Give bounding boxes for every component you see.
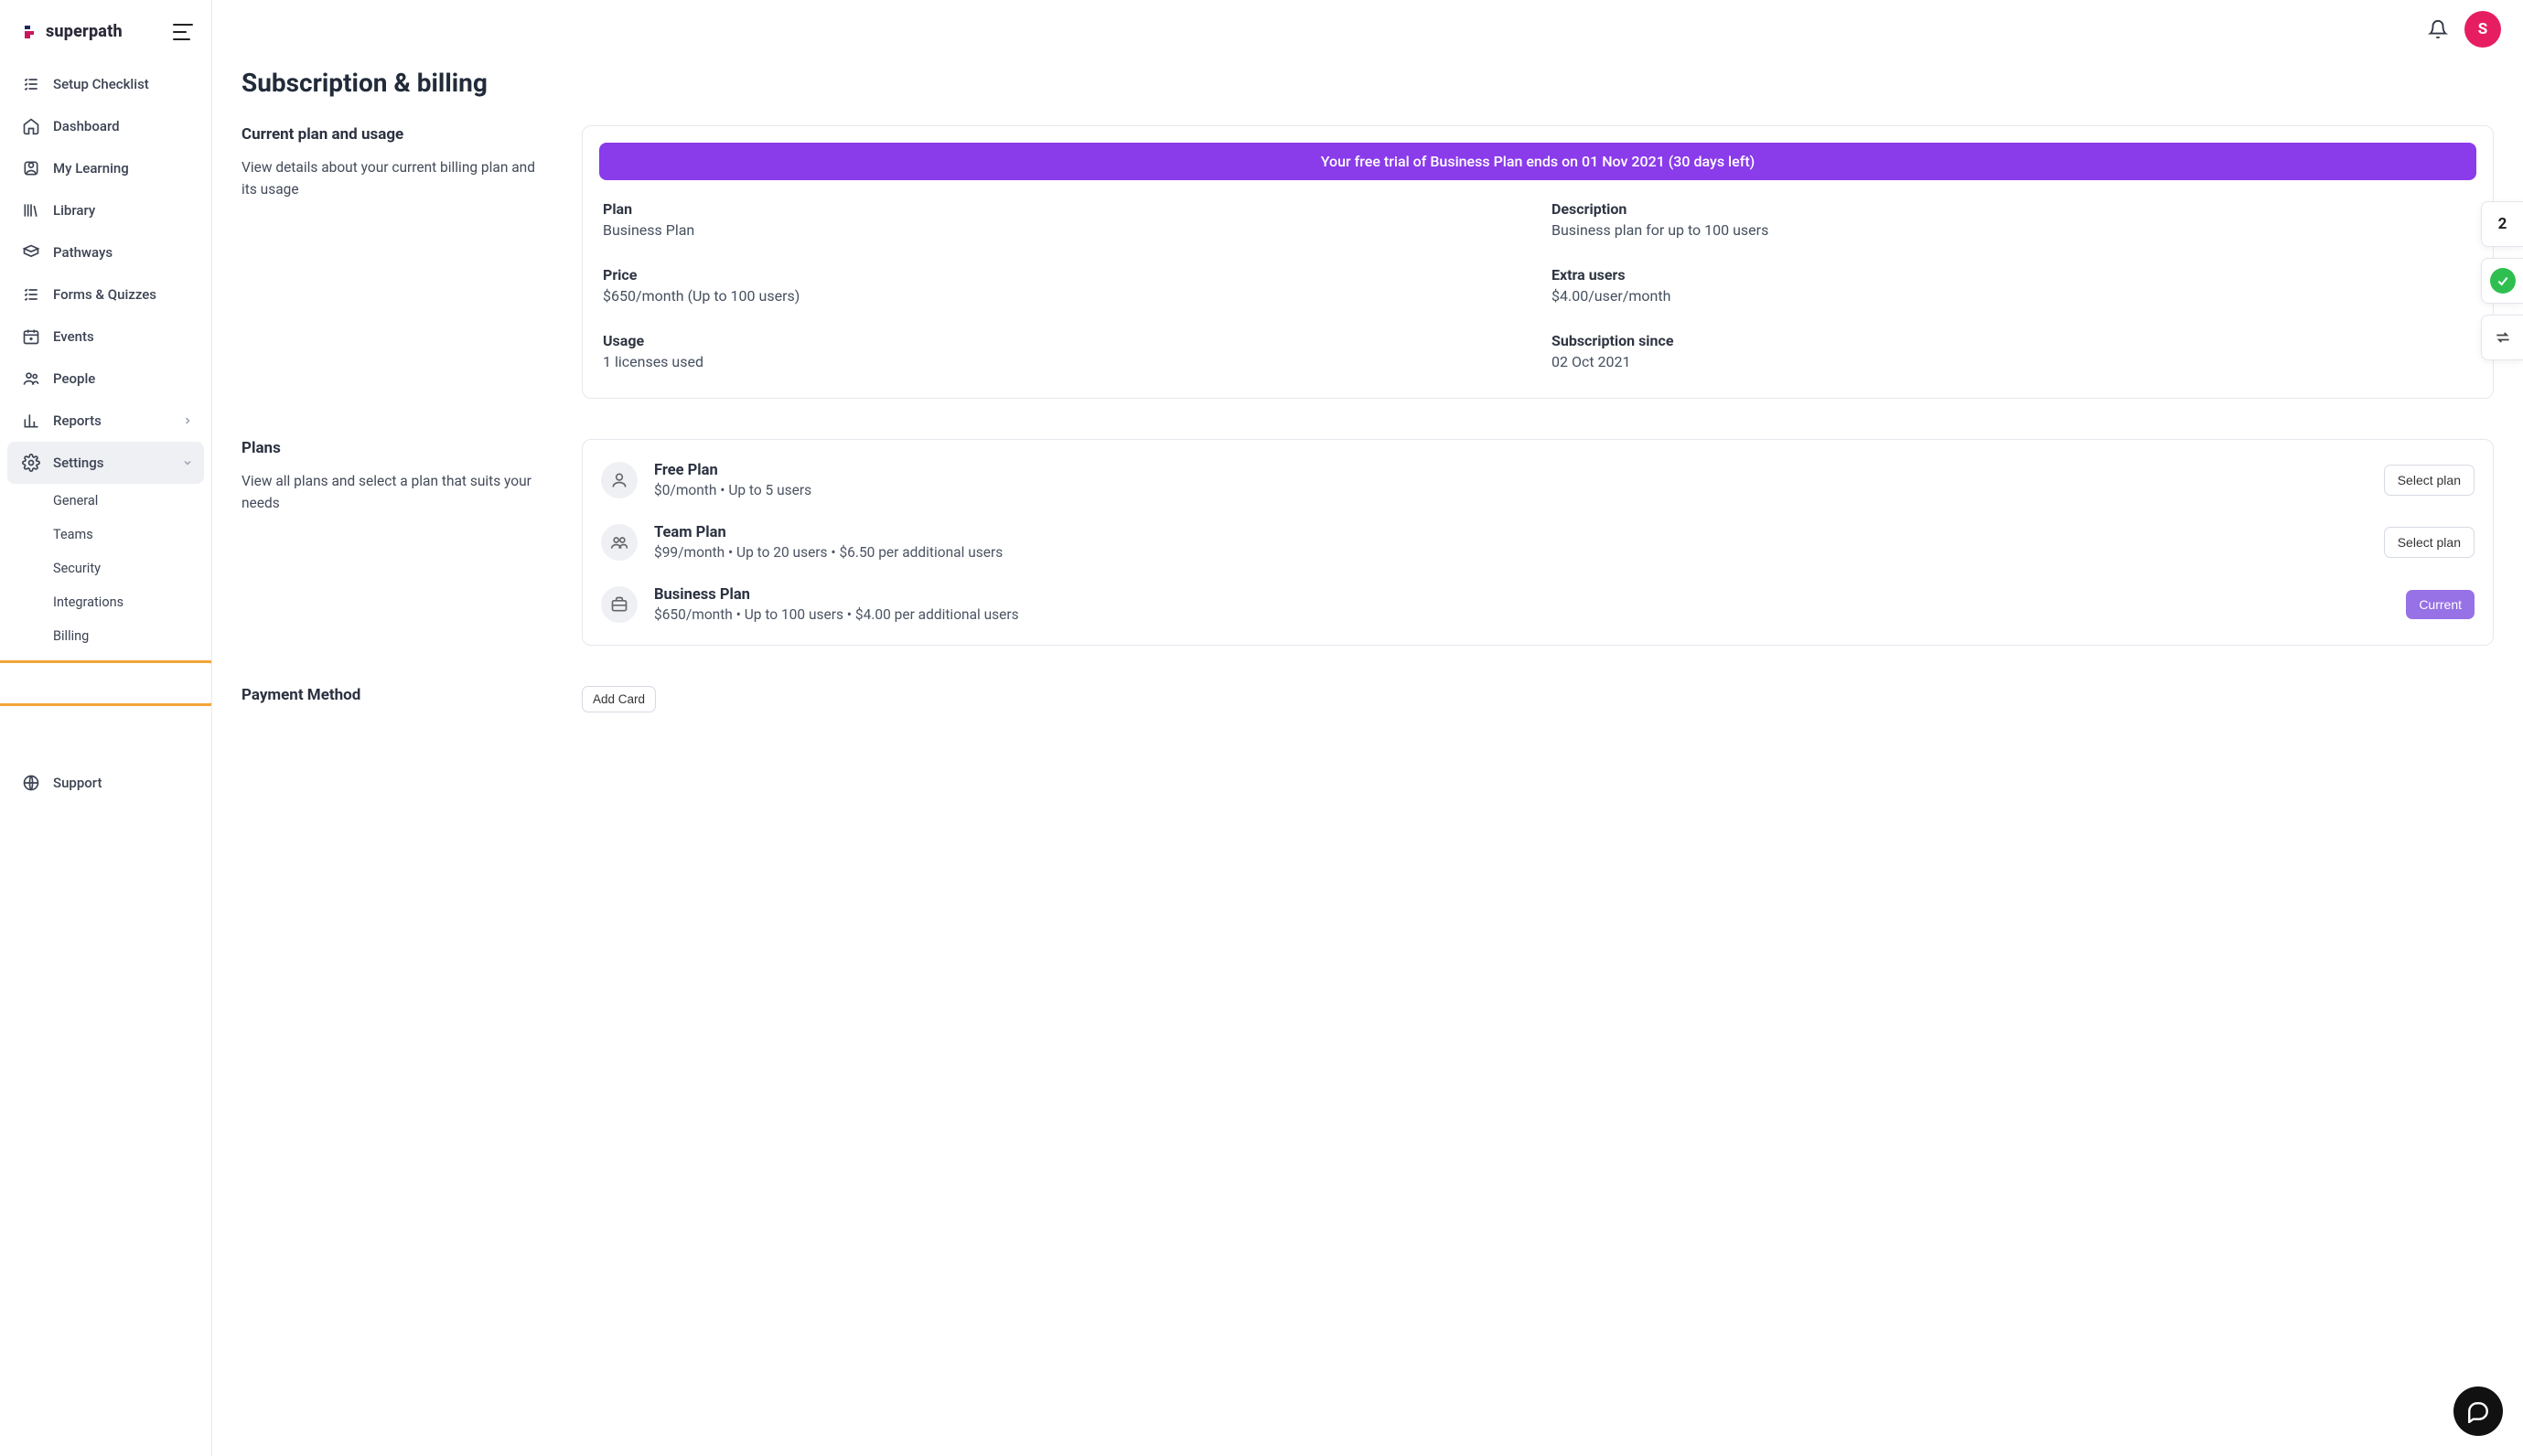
sidebar-item-people[interactable]: People — [7, 358, 204, 400]
select-plan-button[interactable]: Select plan — [2384, 465, 2475, 496]
page-title: Subscription & billing — [242, 68, 2494, 98]
brand-logo[interactable]: superpath — [22, 22, 123, 41]
gear-icon — [22, 454, 40, 472]
sidebar-item-label: My Learning — [53, 160, 129, 177]
sidebar-item-label: Library — [53, 202, 95, 219]
avatar[interactable]: S — [2464, 11, 2501, 48]
extra-users-label: Extra users — [1551, 266, 2473, 284]
chevron-down-icon — [182, 457, 193, 468]
plan-row-business: Business Plan $650/month • Up to 100 use… — [599, 573, 2476, 636]
sidebar-item-settings[interactable]: Settings — [7, 442, 204, 484]
current-plan-card: Your free trial of Business Plan ends on… — [582, 125, 2494, 399]
settings-submenu: General Teams Security Integrations Bill… — [7, 484, 204, 653]
plan-line: $650/month • Up to 100 users • $4.00 per… — [654, 606, 2389, 623]
sidebar-item-forms-quizzes[interactable]: Forms & Quizzes — [7, 273, 204, 316]
plan-name: Business Plan — [654, 586, 2389, 604]
price-label: Price — [603, 266, 1524, 284]
section-desc-plans: View all plans and select a plan that su… — [242, 470, 553, 514]
sidebar-item-reports[interactable]: Reports — [7, 400, 204, 442]
float-tab-number[interactable]: 2 — [2481, 201, 2523, 247]
section-heading-payment: Payment Method — [242, 686, 553, 704]
avatar-initial: S — [2478, 20, 2487, 38]
sidebar-item-label: Support — [53, 775, 102, 791]
sidebar-item-label: Events — [53, 328, 94, 345]
globe-icon — [22, 774, 40, 792]
people-icon — [22, 369, 40, 388]
settings-sub-general[interactable]: General — [53, 484, 204, 518]
chat-fab[interactable] — [2453, 1386, 2503, 1436]
learning-icon — [22, 159, 40, 177]
plan-name: Team Plan — [654, 524, 2367, 541]
since-label: Subscription since — [1551, 332, 2473, 349]
briefcase-icon — [601, 586, 638, 623]
plan-line: $99/month • Up to 20 users • $6.50 per a… — [654, 544, 2367, 561]
brand-name: superpath — [46, 22, 123, 41]
menu-toggle-icon[interactable] — [173, 24, 193, 40]
since-value: 02 Oct 2021 — [1551, 353, 2473, 370]
topbar: S — [212, 0, 2523, 59]
sidebar-item-label: People — [53, 370, 95, 387]
section-desc-usage: View details about your current billing … — [242, 156, 553, 200]
current-plan-badge: Current — [2406, 590, 2475, 619]
settings-sub-teams[interactable]: Teams — [53, 518, 204, 551]
sidebar-item-label: Setup Checklist — [53, 76, 149, 92]
plan-label: Plan — [603, 200, 1524, 218]
sidebar-item-library[interactable]: Library — [7, 189, 204, 231]
user-icon — [601, 462, 638, 498]
settings-sub-security[interactable]: Security — [53, 551, 204, 585]
float-tab-check[interactable] — [2481, 258, 2523, 304]
chat-icon — [2466, 1399, 2490, 1423]
trial-banner: Your free trial of Business Plan ends on… — [599, 143, 2476, 180]
sidebar-item-setup-checklist[interactable]: Setup Checklist — [7, 63, 204, 105]
plan-row-free: Free Plan $0/month • Up to 5 users Selec… — [599, 449, 2476, 511]
sidebar-item-events[interactable]: Events — [7, 316, 204, 358]
library-icon — [22, 201, 40, 219]
sidebar-item-dashboard[interactable]: Dashboard — [7, 105, 204, 147]
plan-name: Free Plan — [654, 462, 2367, 479]
add-card-button[interactable]: Add Card — [582, 686, 656, 712]
float-widgets: 2 — [2481, 201, 2523, 360]
plans-card: Free Plan $0/month • Up to 5 users Selec… — [582, 439, 2494, 646]
sidebar-item-label: Dashboard — [53, 118, 120, 134]
usage-label: Usage — [603, 332, 1524, 349]
sidebar-item-support[interactable]: Support — [7, 762, 204, 804]
extra-users-value: $4.00/user/month — [1551, 287, 2473, 305]
chevron-right-icon — [182, 415, 193, 426]
check-icon — [2490, 268, 2516, 294]
section-heading-plans: Plans — [242, 439, 553, 457]
sidebar-item-label: Settings — [53, 455, 104, 471]
sidebar-item-label: Reports — [53, 412, 102, 429]
settings-sub-integrations[interactable]: Integrations — [53, 585, 204, 619]
brand-mark-icon — [22, 23, 40, 41]
forms-icon — [22, 285, 40, 304]
bar-chart-icon — [22, 412, 40, 430]
team-icon — [601, 524, 638, 561]
sidebar: superpath Setup Checklist Dashboard — [0, 0, 212, 1456]
bell-icon[interactable] — [2428, 19, 2448, 39]
float-num: 2 — [2498, 215, 2507, 233]
usage-value: 1 licenses used — [603, 353, 1524, 370]
calendar-icon — [22, 327, 40, 346]
sidebar-item-label: Forms & Quizzes — [53, 286, 156, 303]
sidebar-item-my-learning[interactable]: My Learning — [7, 147, 204, 189]
main-area: S Subscription & billing Current plan an… — [212, 0, 2523, 1456]
plan-line: $0/month • Up to 5 users — [654, 482, 2367, 498]
sidebar-item-label: Pathways — [53, 244, 113, 261]
settings-sub-billing[interactable]: Billing — [53, 619, 204, 653]
sidebar-item-pathways[interactable]: Pathways — [7, 231, 204, 273]
plan-row-team: Team Plan $99/month • Up to 20 users • $… — [599, 511, 2476, 573]
sidebar-nav: Setup Checklist Dashboard My Learning Li… — [0, 56, 211, 755]
home-icon — [22, 117, 40, 135]
select-plan-button[interactable]: Select plan — [2384, 527, 2475, 558]
checklist-icon — [22, 75, 40, 93]
description-label: Description — [1551, 200, 2473, 218]
section-heading-usage: Current plan and usage — [242, 125, 553, 144]
swap-icon — [2494, 328, 2512, 347]
pathways-icon — [22, 243, 40, 262]
price-value: $650/month (Up to 100 users) — [603, 287, 1524, 305]
plan-value: Business Plan — [603, 221, 1524, 239]
description-value: Business plan for up to 100 users — [1551, 221, 2473, 239]
float-tab-swap[interactable] — [2481, 315, 2523, 360]
